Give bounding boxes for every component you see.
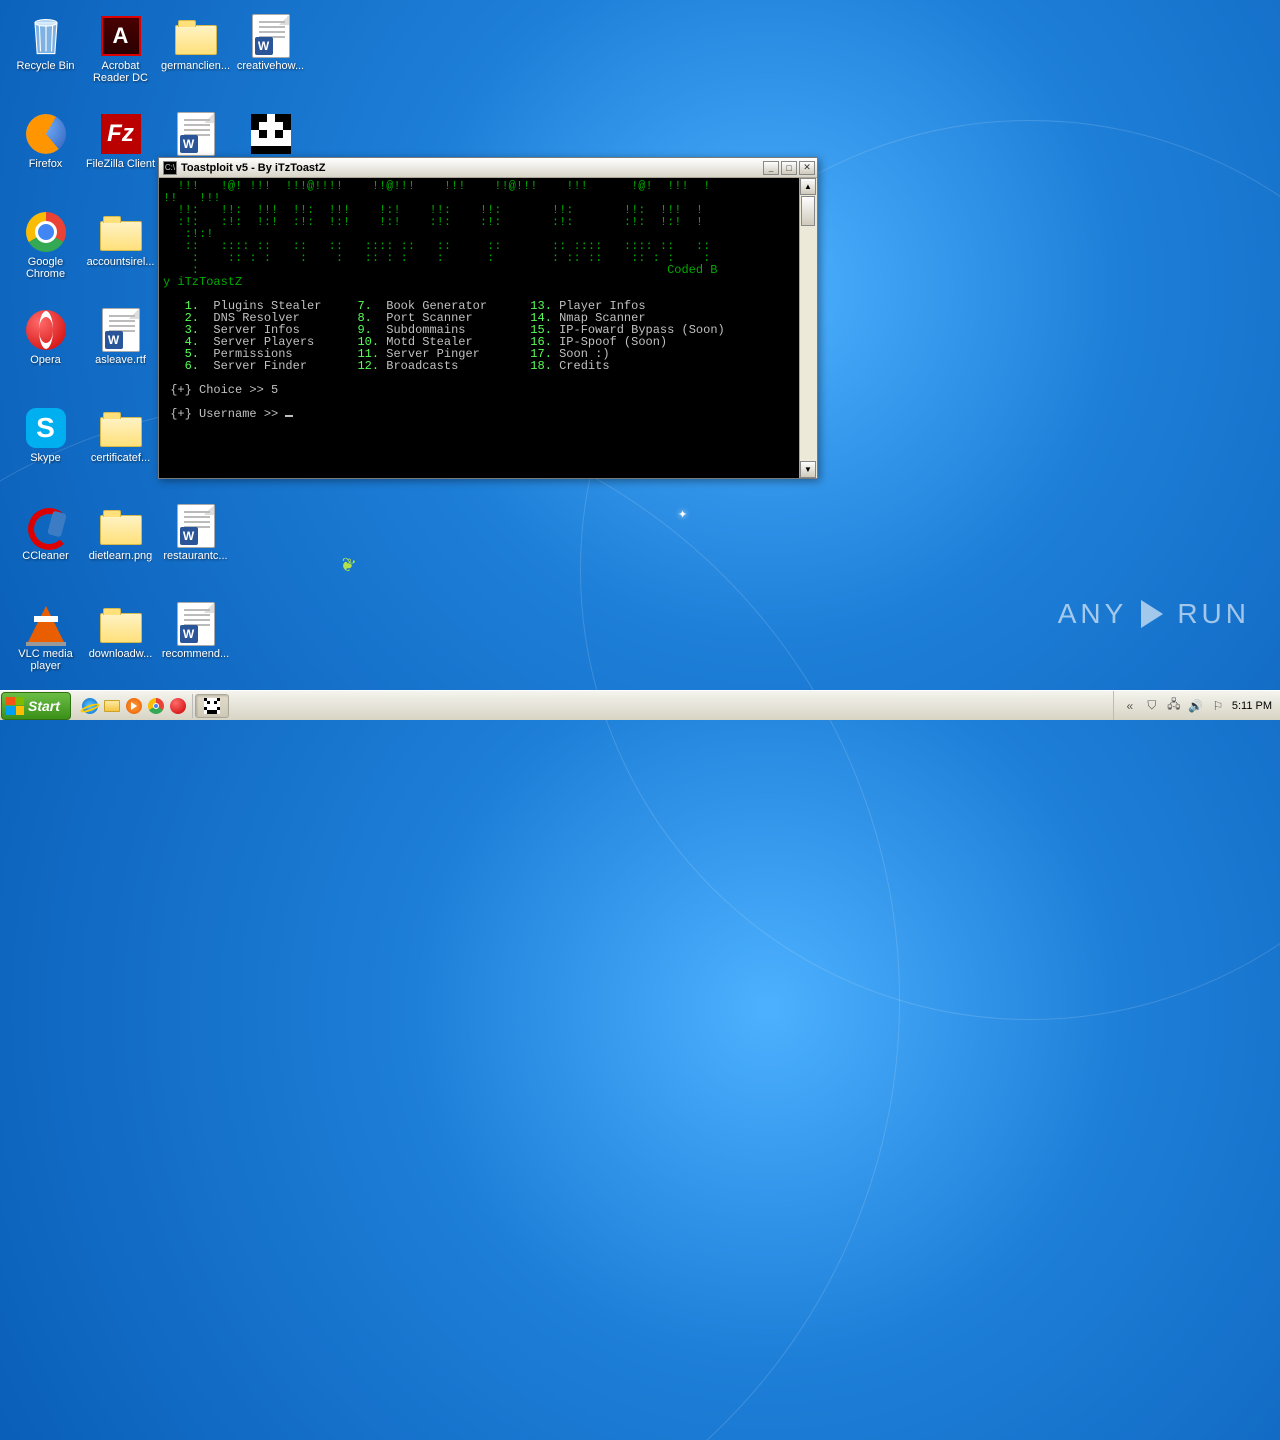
explorer-icon[interactable]	[102, 696, 122, 716]
desktop-icon-creativehow[interactable]: creativehow...	[233, 8, 308, 106]
quick-launch	[76, 694, 193, 718]
face-icon	[204, 698, 220, 714]
icon-label: VLC media player	[10, 648, 82, 672]
watermark-text-a: ANY	[1058, 598, 1128, 630]
icon-label: CCleaner	[22, 550, 68, 562]
icon-label: asleave.rtf	[95, 354, 146, 366]
folder-icon	[99, 406, 143, 450]
start-label: Start	[28, 698, 60, 714]
icon-label: germanclien...	[161, 60, 230, 72]
icon-label: FileZilla Client	[86, 158, 155, 170]
taskbar-app-button[interactable]	[195, 694, 229, 718]
desktop-icon-accountsirel[interactable]: accountsirel...	[83, 204, 158, 302]
icon-label: dietlearn.png	[89, 550, 153, 562]
close-button[interactable]: ✕	[799, 161, 815, 175]
desktop[interactable]: Recycle BinAAcrobat Reader DCgermanclien…	[0, 0, 1280, 690]
desktop-icon-filezilla[interactable]: Fz FileZilla Client	[83, 106, 158, 204]
play-icon	[1141, 600, 1163, 628]
chrome-icon	[24, 210, 68, 254]
console-output[interactable]: !!! !@! !!! !!!@!!!! !!@!!! !!! !!@!!! !…	[159, 178, 799, 478]
ie-icon[interactable]	[80, 696, 100, 716]
tray-volume-icon[interactable]: 🔊	[1188, 698, 1204, 714]
window-title: Toastploit v5 - By iTzToastZ	[181, 162, 761, 174]
tray-flag-icon[interactable]: ⚐	[1210, 698, 1226, 714]
icon-label: Recycle Bin	[16, 60, 74, 72]
windows-logo-icon	[6, 697, 24, 715]
scroll-up-button[interactable]: ▲	[800, 178, 816, 195]
icon-label: Google Chrome	[10, 256, 82, 280]
icon-label: accountsirel...	[87, 256, 155, 268]
console-window: C:\ Toastploit v5 - By iTzToastZ _ □ ✕ !…	[158, 157, 818, 479]
icon-label: Firefox	[29, 158, 63, 170]
watermark-text-b: RUN	[1177, 598, 1250, 630]
word-icon	[99, 308, 143, 352]
media-player-icon[interactable]	[124, 696, 144, 716]
start-button[interactable]: Start	[1, 692, 71, 720]
word-icon	[249, 14, 293, 58]
desktop-icon-restaurantc[interactable]: restaurantc...	[158, 498, 233, 596]
word-icon	[174, 504, 218, 548]
desktop-icon-recycle-bin[interactable]: Recycle Bin	[8, 8, 83, 106]
desktop-icon-acrobat[interactable]: AAcrobat Reader DC	[83, 8, 158, 106]
taskbar: Start « ⛉ 🖧 🔊 ⚐ 5:11 PM	[0, 690, 1280, 720]
desktop-icon-opera[interactable]: Opera	[8, 302, 83, 400]
word-icon	[174, 602, 218, 646]
recycle-icon	[24, 14, 68, 58]
desktop-icon-certificatef[interactable]: certificatef...	[83, 400, 158, 498]
desktop-icon-skype[interactable]: S Skype	[8, 400, 83, 498]
desktop-icon-chrome[interactable]: Google Chrome	[8, 204, 83, 302]
vlc-icon	[24, 602, 68, 646]
desktop-icon-ccleaner[interactable]: CCleaner	[8, 498, 83, 596]
icon-label: Skype	[30, 452, 61, 464]
anyrun-watermark: ANY RUN	[1058, 598, 1250, 630]
folder-icon	[99, 602, 143, 646]
desktop-icon-dietlearn[interactable]: dietlearn.png	[83, 498, 158, 596]
face-icon	[249, 112, 293, 156]
icon-label: certificatef...	[91, 452, 150, 464]
cmd-icon: C:\	[163, 161, 177, 175]
titlebar[interactable]: C:\ Toastploit v5 - By iTzToastZ _ □ ✕	[159, 158, 817, 178]
scroll-down-button[interactable]: ▼	[800, 461, 816, 478]
icon-label: restaurantc...	[163, 550, 227, 562]
desktop-icon-asleave[interactable]: asleave.rtf	[83, 302, 158, 400]
desktop-icon-firefox[interactable]: Firefox	[8, 106, 83, 204]
scrollbar[interactable]: ▲ ▼	[799, 178, 816, 478]
minimize-button[interactable]: _	[763, 161, 779, 175]
desktop-icon-germanclien[interactable]: germanclien...	[158, 8, 233, 106]
adobe-icon: A	[99, 14, 143, 58]
firefox-icon	[24, 112, 68, 156]
icon-label: Acrobat Reader DC	[85, 60, 157, 84]
tray-expand-icon[interactable]: «	[1122, 698, 1138, 714]
system-tray: « ⛉ 🖧 🔊 ⚐ 5:11 PM	[1113, 691, 1280, 720]
maximize-button[interactable]: □	[781, 161, 797, 175]
desktop-icon-vlc[interactable]: VLC media player	[8, 596, 83, 694]
chrome-icon[interactable]	[146, 696, 166, 716]
desktop-icon-recommend[interactable]: recommend...	[158, 596, 233, 694]
icon-label: recommend...	[162, 648, 229, 660]
desktop-icon-downloadw[interactable]: downloadw...	[83, 596, 158, 694]
tray-shield-icon[interactable]: ⛉	[1144, 698, 1160, 714]
scroll-track[interactable]	[800, 227, 816, 461]
folder-icon	[174, 14, 218, 58]
icon-label: creativehow...	[237, 60, 304, 72]
folder-icon	[99, 210, 143, 254]
ccleaner-icon	[24, 504, 68, 548]
opera-icon	[24, 308, 68, 352]
scroll-thumb[interactable]	[801, 196, 815, 226]
opera-icon[interactable]	[168, 696, 188, 716]
taskbar-clock[interactable]: 5:11 PM	[1232, 700, 1272, 712]
filezilla-icon: Fz	[99, 112, 143, 156]
folder-icon	[99, 504, 143, 548]
word-icon	[174, 112, 218, 156]
icon-label: Opera	[30, 354, 61, 366]
skype-icon: S	[24, 406, 68, 450]
tray-network-icon[interactable]: 🖧	[1166, 698, 1182, 714]
icon-label: downloadw...	[89, 648, 153, 660]
